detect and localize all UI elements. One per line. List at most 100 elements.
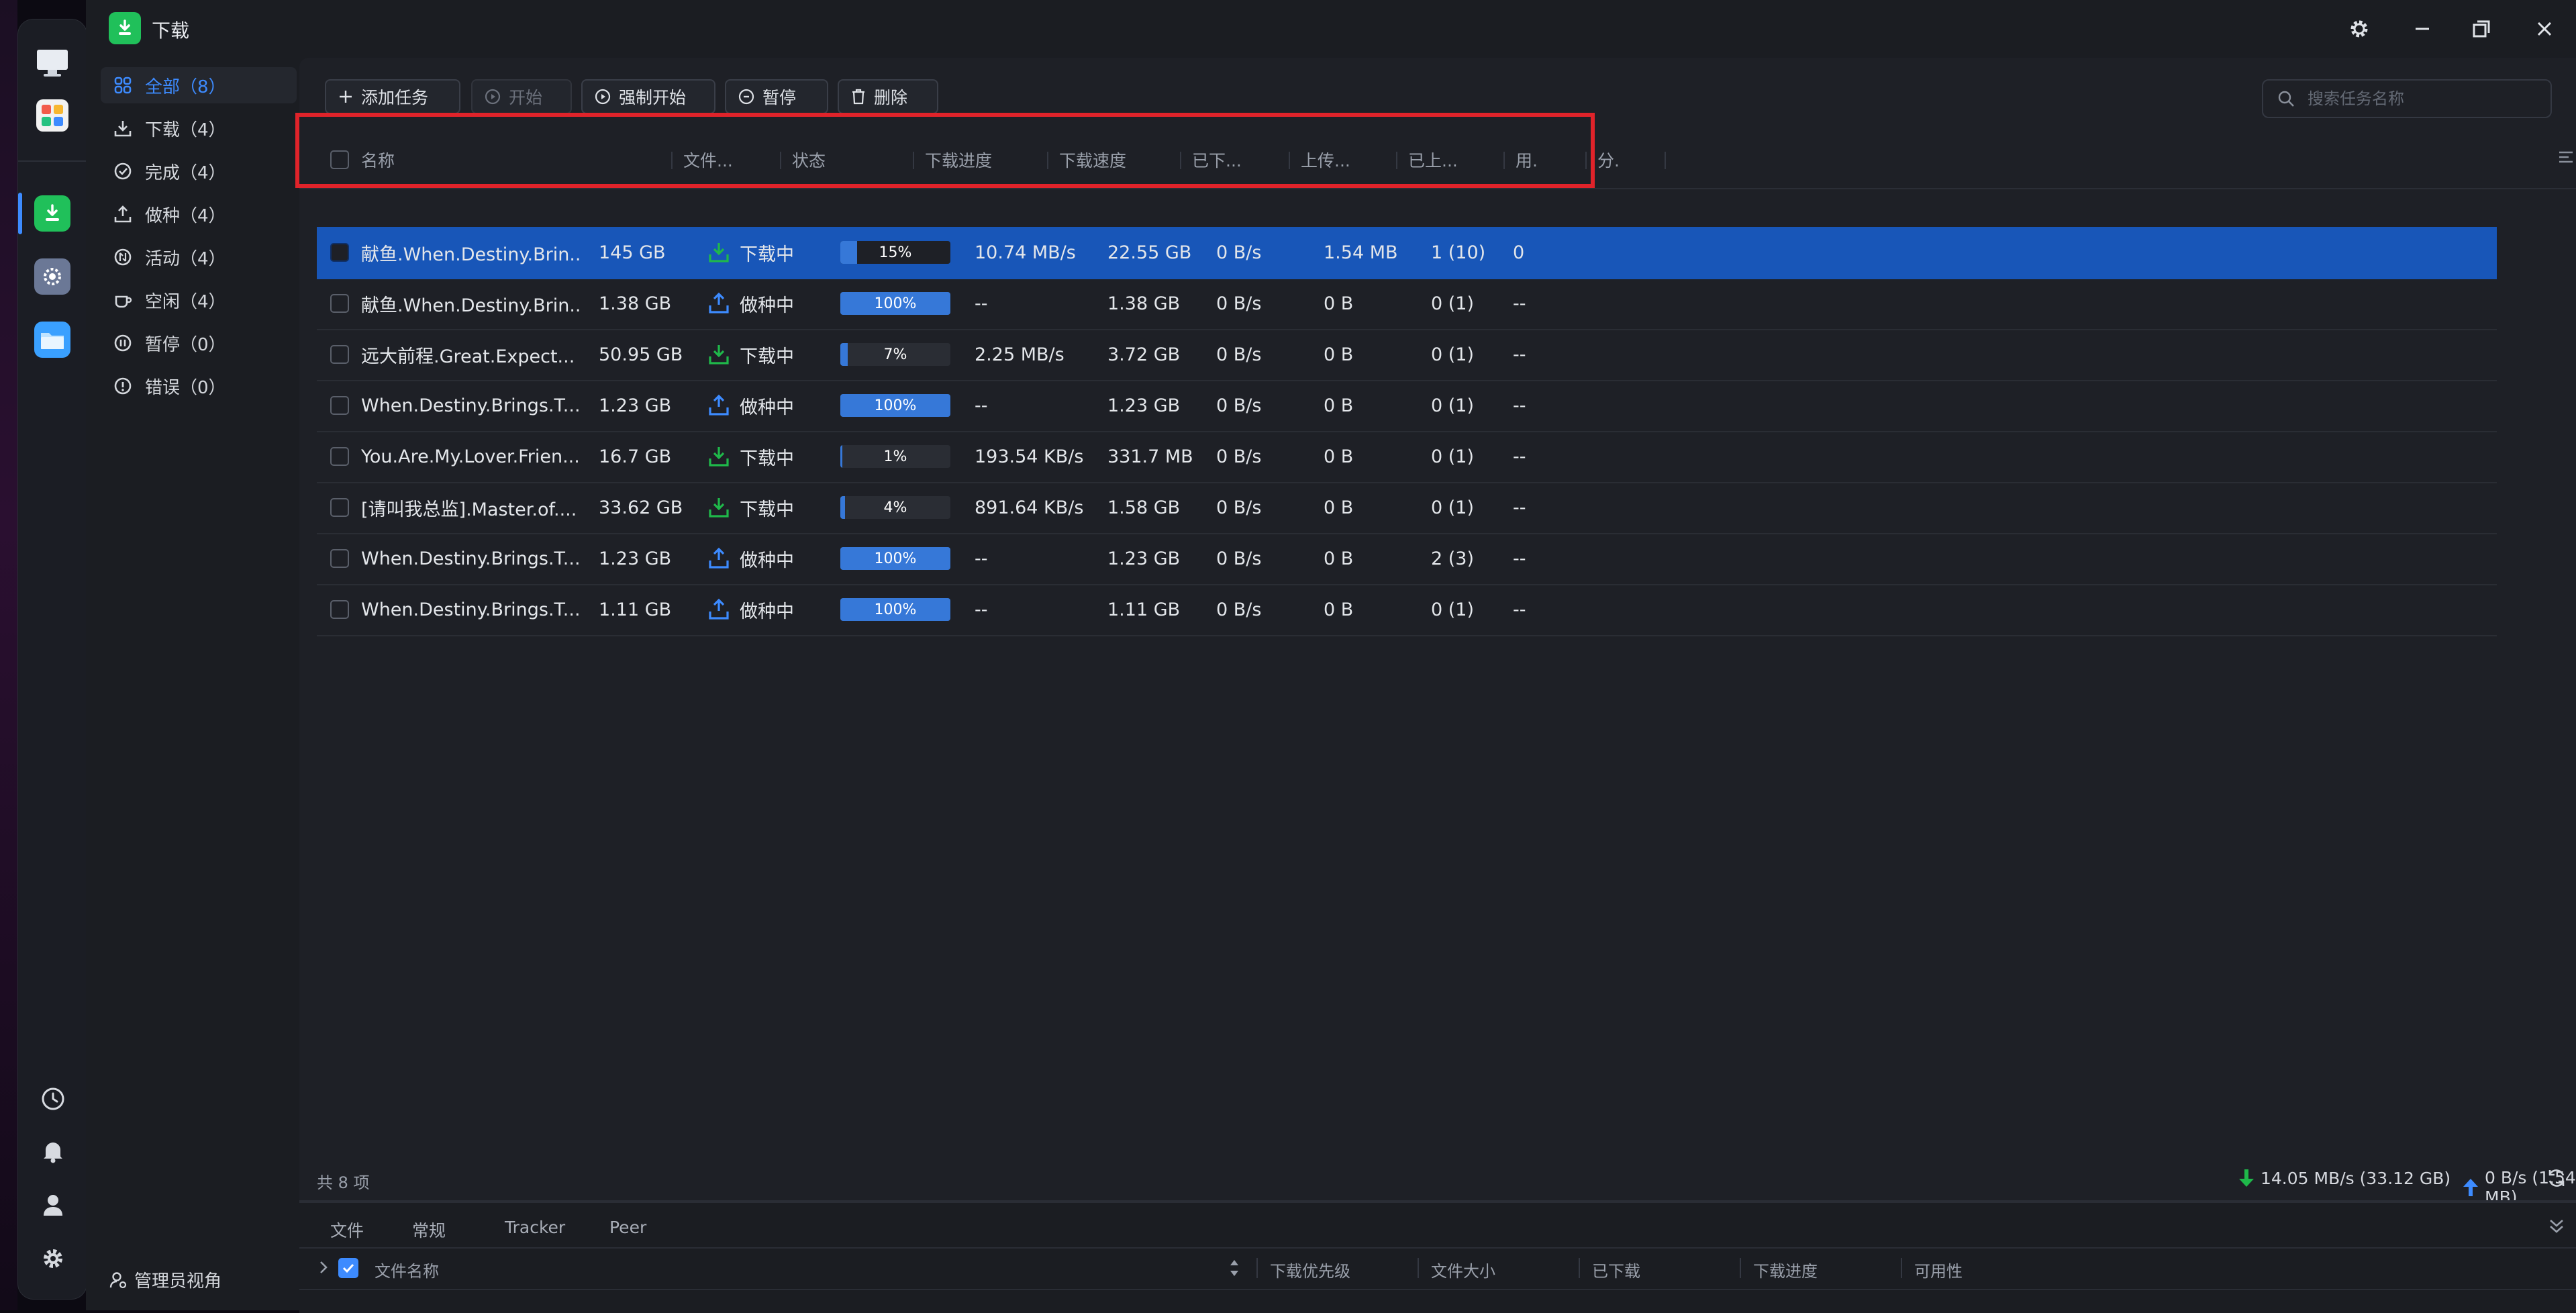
column-divider[interactable] (1740, 1258, 1741, 1278)
sidebar-item-label: 暂停（0） (145, 334, 226, 355)
system-dock (17, 19, 87, 1300)
progress-bar: 15% (840, 241, 950, 264)
row-checkbox[interactable] (330, 498, 349, 517)
tab-tracker[interactable]: Tracker (505, 1218, 565, 1237)
task-share: -- (1513, 395, 1526, 416)
sidebar-item-active[interactable]: 活动（4） (101, 239, 297, 275)
tab-general[interactable]: 常规 (412, 1218, 446, 1242)
column-divider[interactable] (1256, 1258, 1258, 1278)
column-divider[interactable] (1418, 1258, 1419, 1278)
row-checkbox[interactable] (330, 294, 349, 313)
admin-view-button[interactable]: 管理员视角 (109, 1267, 221, 1292)
task-name: When.Destiny.Brings.T... (361, 548, 581, 569)
app-center-icon[interactable] (34, 97, 70, 134)
maximize-icon[interactable] (2466, 13, 2497, 44)
collapse-panel-icon[interactable] (2546, 1216, 2567, 1236)
settings-app-icon[interactable] (34, 258, 70, 295)
table-row[interactable]: When.Destiny.Brings.T... 1.23 GB 做种中 100… (317, 380, 2497, 432)
speed-icon[interactable] (38, 1084, 68, 1114)
arrow-up-icon (2462, 1177, 2479, 1198)
task-progress: 7% (840, 329, 950, 380)
minimize-icon[interactable] (2407, 13, 2438, 44)
progress-label: 100% (874, 397, 917, 414)
select-all-files-checkbox[interactable] (338, 1258, 358, 1278)
column-header-availability[interactable]: 可用性 (1914, 1258, 1963, 1281)
task-downloaded: 1.58 GB (1107, 497, 1181, 518)
column-header-file-name[interactable]: 文件名称 (375, 1258, 439, 1281)
task-down-speed: -- (975, 599, 988, 620)
close-icon[interactable] (2529, 13, 2560, 44)
add-task-button[interactable]: 添加任务 (325, 79, 460, 114)
task-size: 1.38 GB (599, 293, 672, 314)
row-checkbox[interactable] (330, 345, 349, 364)
sidebar-item-downloading[interactable]: 下载（4） (101, 110, 297, 146)
tab-files[interactable]: 文件 (330, 1218, 364, 1242)
delete-button[interactable]: 删除 (838, 79, 938, 114)
search-box[interactable] (2262, 79, 2552, 118)
task-uploaded: 0 B (1324, 548, 1354, 569)
sidebar-item-idle[interactable]: 空闲（4） (101, 282, 297, 318)
check-circle-icon (111, 160, 134, 183)
task-uploaded: 0 B (1324, 497, 1354, 518)
column-header-file-size[interactable]: 文件大小 (1431, 1258, 1495, 1281)
column-settings-icon[interactable] (2556, 144, 2576, 171)
row-checkbox[interactable] (330, 549, 349, 568)
status-label: 下载中 (740, 499, 794, 520)
task-users: 0 (1) (1431, 599, 1475, 620)
dock-divider (18, 160, 87, 162)
settings-gear-icon[interactable] (2344, 13, 2375, 44)
sidebar-item-completed[interactable]: 完成（4） (101, 153, 297, 189)
refresh-icon[interactable] (2546, 1168, 2567, 1188)
column-header-file-downloaded[interactable]: 已下载 (1592, 1258, 1640, 1281)
table-row[interactable]: [请叫我总监].Master.of.... 33.62 GB 下载中 4% 89… (317, 482, 2497, 534)
file-list-header: 文件名称 下载优先级 文件大小 已下载 下载进度 可用性 (299, 1247, 2576, 1290)
row-checkbox[interactable] (330, 243, 349, 262)
task-size: 33.62 GB (599, 497, 683, 518)
column-header-share[interactable]: 分. (1597, 132, 1631, 188)
download-app-icon[interactable] (34, 195, 70, 232)
download-status-icon (707, 343, 730, 366)
status-bar: 共 8 项 14.05 MB/s (33.12 GB) 0 B/s (1.54 … (299, 1159, 2576, 1207)
force-start-button[interactable]: 强制开始 (581, 79, 715, 114)
table-row[interactable]: 远大前程.Great.Expect... 50.95 GB 下载中 7% 2.2… (317, 329, 2497, 381)
column-divider[interactable] (1665, 152, 1666, 169)
gear-icon[interactable] (38, 1244, 68, 1273)
play-circle-icon (595, 89, 611, 105)
table-row[interactable]: 献鱼.When.Destiny.Brin... 145 GB 下载中 15% 1… (317, 227, 2497, 279)
column-divider[interactable] (1579, 1258, 1580, 1278)
table-row[interactable]: 献鱼.When.Destiny.Brin... 1.38 GB 做种中 100%… (317, 278, 2497, 330)
chevron-right-icon[interactable] (317, 1259, 330, 1275)
search-input[interactable] (2306, 89, 2537, 109)
table-row[interactable]: When.Destiny.Brings.T... 1.23 GB 做种中 100… (317, 533, 2497, 585)
task-downloaded: 331.7 MB (1107, 446, 1193, 467)
start-button[interactable]: 开始 (471, 79, 572, 114)
column-header-file-progress[interactable]: 下载进度 (1753, 1258, 1818, 1281)
sidebar-item-paused[interactable]: 暂停（0） (101, 325, 297, 361)
table-row[interactable]: You.Are.My.Lover.Frien... 16.7 GB 下载中 1%… (317, 431, 2497, 483)
bell-icon[interactable] (38, 1136, 68, 1166)
task-share: -- (1513, 599, 1526, 620)
column-header-priority[interactable]: 下载优先级 (1270, 1258, 1350, 1281)
desktop-icon[interactable] (34, 45, 70, 81)
row-checkbox[interactable] (330, 447, 349, 466)
sort-icon[interactable] (1228, 1258, 1240, 1278)
sidebar-item-seeding[interactable]: 做种（4） (101, 196, 297, 232)
row-checkbox[interactable] (330, 396, 349, 415)
task-downloaded: 3.72 GB (1107, 344, 1181, 365)
sidebar-item-all[interactable]: 全部（8） (101, 67, 297, 103)
task-uploaded: 0 B (1324, 599, 1354, 620)
task-progress: 100% (840, 533, 950, 584)
column-divider[interactable] (1901, 1258, 1902, 1278)
status-label: 下载中 (740, 244, 794, 265)
sidebar-item-label: 活动（4） (145, 248, 226, 269)
table-row[interactable]: When.Destiny.Brings.T... 1.11 GB 做种中 100… (317, 584, 2497, 636)
task-status: 下载中 (707, 329, 794, 380)
task-down-speed: -- (975, 395, 988, 416)
user-icon[interactable] (38, 1190, 68, 1220)
sidebar-item-error[interactable]: 错误（0） (101, 368, 297, 404)
tab-peer[interactable]: Peer (609, 1218, 646, 1237)
pause-button[interactable]: 暂停 (725, 79, 828, 114)
file-manager-icon[interactable] (34, 322, 70, 358)
row-checkbox[interactable] (330, 600, 349, 619)
task-share: -- (1513, 446, 1526, 467)
